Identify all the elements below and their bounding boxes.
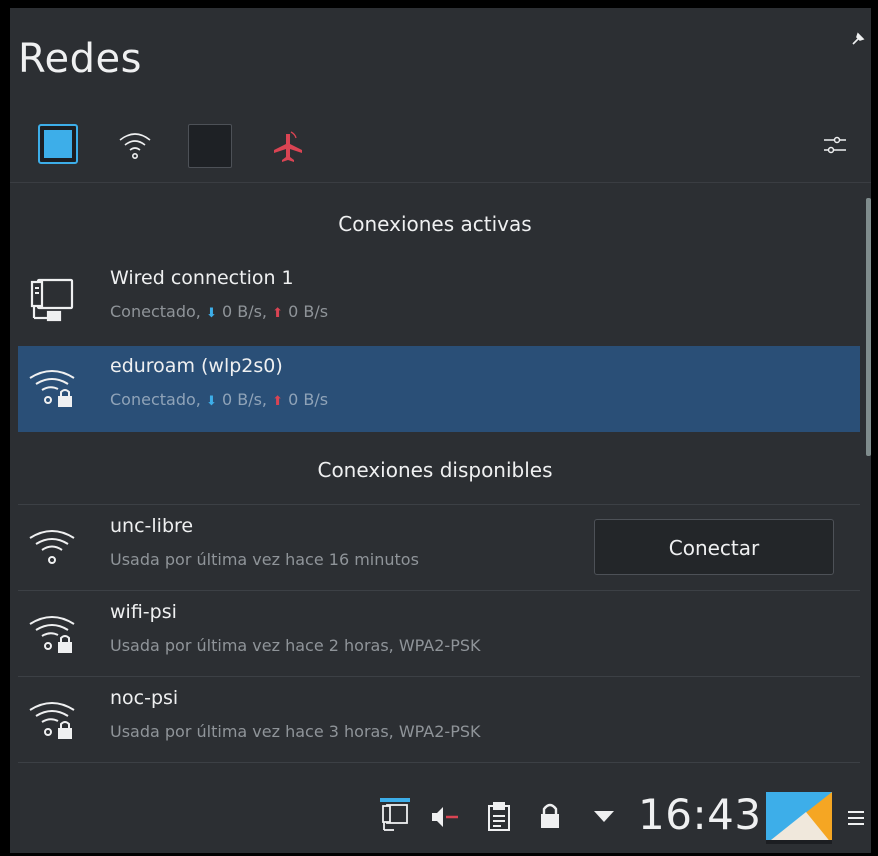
wifi-secure-icon xyxy=(29,370,75,407)
connection-detail: Usada por última vez hace 3 horas, WPA2-… xyxy=(110,722,481,741)
section-header-available: Conexiones disponibles xyxy=(317,458,553,482)
download-rate: 0 B/s, xyxy=(221,302,268,321)
upload-arrow-icon: ⬆ xyxy=(272,394,284,409)
status-text: Conectado, xyxy=(110,390,201,409)
network-applet-panel: Redes Conexiones activas Wired connectio… xyxy=(10,8,871,853)
upload-rate: 0 B/s xyxy=(288,302,329,321)
wifi-toggle[interactable] xyxy=(118,128,152,164)
expand-tray-icon[interactable] xyxy=(592,808,616,824)
wifi-icon xyxy=(119,133,151,159)
configure-icon xyxy=(824,136,846,154)
connection-item-noc-psi[interactable]: noc-psi Usada por última vez hace 3 hora… xyxy=(18,678,860,764)
status-text: Conectado, xyxy=(110,302,201,321)
airplane-mode-icon xyxy=(274,131,302,162)
connection-item-wired[interactable]: Wired connection 1 Conectado, ⬇ 0 B/s, ⬆… xyxy=(18,258,860,344)
connection-detail: Usada por última vez hace 16 minutos xyxy=(110,550,419,569)
lock-icon[interactable] xyxy=(538,800,562,830)
connection-name: unc-libre xyxy=(110,515,194,537)
panel-taskbar: 16:43 xyxy=(10,778,871,853)
section-header-active: Conexiones activas xyxy=(338,212,532,236)
wifi-secure-icon xyxy=(29,702,75,739)
hamburger-menu-icon[interactable] xyxy=(846,808,866,828)
divider xyxy=(18,590,860,591)
pin-icon[interactable] xyxy=(847,30,867,50)
connection-item-wifi-psi[interactable]: wifi-psi Usada por última vez hace 2 hor… xyxy=(18,592,860,678)
applet-title: Redes xyxy=(18,36,142,82)
upload-arrow-icon: ⬆ xyxy=(272,306,284,321)
header-divider xyxy=(10,182,871,183)
app-launcher-icon[interactable] xyxy=(766,792,832,844)
connection-name: eduroam (wlp2s0) xyxy=(110,355,283,377)
digital-clock[interactable]: 16:43 xyxy=(638,790,762,839)
download-arrow-icon: ⬇ xyxy=(205,394,217,409)
airplane-mode-toggle[interactable] xyxy=(272,130,304,166)
volume-muted-icon[interactable] xyxy=(430,804,460,830)
mobile-broadband-toggle[interactable] xyxy=(188,124,232,168)
scrollbar-thumb[interactable] xyxy=(866,198,871,456)
connect-button[interactable]: Conectar xyxy=(594,519,834,575)
applet-toolbar xyxy=(10,116,871,180)
network-wired-icon xyxy=(44,130,72,158)
connection-status: Conectado, ⬇ 0 B/s, ⬆ 0 B/s xyxy=(110,302,328,321)
download-rate: 0 B/s, xyxy=(221,390,268,409)
tray-network-button[interactable] xyxy=(380,798,410,834)
divider xyxy=(18,676,860,677)
connection-name: Wired connection 1 xyxy=(110,267,294,289)
connection-name: wifi-psi xyxy=(110,601,177,623)
download-arrow-icon: ⬇ xyxy=(205,306,217,321)
wired-connection-icon xyxy=(30,278,74,322)
connection-status: Conectado, ⬇ 0 B/s, ⬆ 0 B/s xyxy=(110,390,328,409)
wifi-secure-icon xyxy=(29,616,75,653)
clipboard-icon[interactable] xyxy=(486,802,512,832)
connection-list: Conexiones activas Wired connection 1 Co… xyxy=(10,184,860,774)
list-scrollbar[interactable] xyxy=(866,184,871,774)
divider xyxy=(18,504,860,505)
divider xyxy=(18,762,860,763)
network-wired-toggle[interactable] xyxy=(38,124,78,164)
connection-name: noc-psi xyxy=(110,687,179,709)
configure-button[interactable] xyxy=(822,132,848,158)
connection-detail: Usada por última vez hace 2 horas, WPA2-… xyxy=(110,636,481,655)
connection-item-eduroam[interactable]: eduroam (wlp2s0) Conectado, ⬇ 0 B/s, ⬆ 0… xyxy=(18,346,860,432)
network-wired-icon xyxy=(382,804,408,831)
wifi-open-icon xyxy=(29,530,75,564)
upload-rate: 0 B/s xyxy=(288,390,329,409)
